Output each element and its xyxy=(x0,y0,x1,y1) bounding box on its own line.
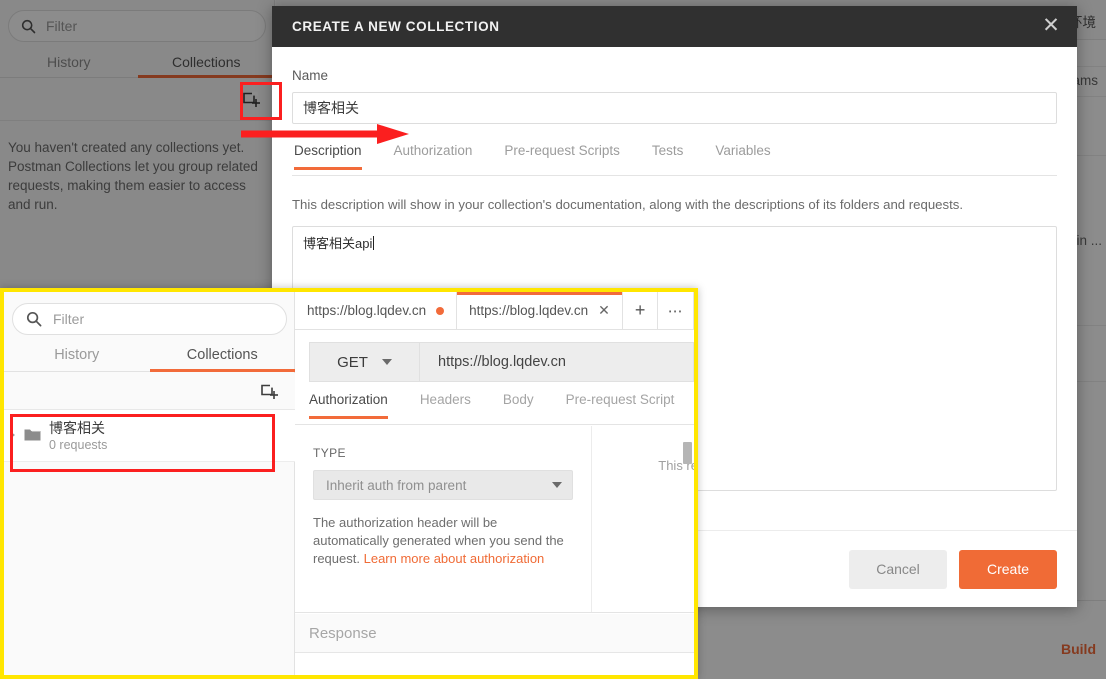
modal-title: CREATE A NEW COLLECTION xyxy=(292,19,500,34)
modal-tabs: Description Authorization Pre-request Sc… xyxy=(292,143,1057,176)
request-tab-1-label: https://blog.lqdev.cn xyxy=(307,303,427,318)
collection-name: 博客相关 xyxy=(49,420,105,436)
modal-header: CREATE A NEW COLLECTION ✕ xyxy=(272,6,1077,47)
url-value: https://blog.lqdev.cn xyxy=(438,354,566,370)
tab-tests[interactable]: Tests xyxy=(636,143,700,169)
request-url-bar: GET https://blog.lqdev.cn xyxy=(309,342,694,382)
collection-list-item[interactable]: 博客相关 0 requests xyxy=(4,410,295,462)
screenshot-root: Filter History Collections You haven't c… xyxy=(0,0,1106,679)
auth-help-text: The authorization header will be automat… xyxy=(313,514,573,568)
folder-icon xyxy=(24,427,41,446)
inner-window-body: Filter History Collections 博客相关 0 reques… xyxy=(4,292,694,675)
request-tab-bar: https://blog.lqdev.cn https://blog.lqdev… xyxy=(295,292,694,330)
authorization-pane: TYPE Inherit auth from parent The author… xyxy=(295,426,694,613)
auth-type-value: Inherit auth from parent xyxy=(326,477,467,493)
description-help-text: This description will show in your colle… xyxy=(292,197,964,212)
close-icon[interactable]: ✕ xyxy=(598,302,610,319)
search-icon xyxy=(26,311,42,327)
url-input[interactable]: https://blog.lqdev.cn xyxy=(419,342,694,382)
request-tab-2-label: https://blog.lqdev.cn xyxy=(469,303,589,318)
auth-type-label: TYPE xyxy=(313,446,346,460)
detail-tab-tests[interactable]: Te xyxy=(690,392,694,418)
authorization-right-column: This re xyxy=(592,426,694,612)
name-label: Name xyxy=(292,68,329,83)
learn-more-link[interactable]: Learn more about authorization xyxy=(364,551,545,566)
new-collection-icon[interactable] xyxy=(259,381,281,403)
detail-tab-pre-request-script[interactable]: Pre-request Script xyxy=(550,392,691,418)
inner-postman-window: Filter History Collections 博客相关 0 reques… xyxy=(0,288,698,679)
close-icon[interactable]: ✕ xyxy=(1039,14,1063,38)
inner-filter-input[interactable]: Filter xyxy=(12,303,287,335)
tab-variables[interactable]: Variables xyxy=(699,143,786,169)
response-section-header: Response xyxy=(295,614,694,653)
vertical-scrollbar[interactable] xyxy=(683,442,692,464)
tab-authorization[interactable]: Authorization xyxy=(378,143,489,169)
tab-description[interactable]: Description xyxy=(292,143,378,170)
unsaved-dot-icon xyxy=(436,306,445,315)
inner-main-area: https://blog.lqdev.cn https://blog.lqdev… xyxy=(295,292,694,675)
tab-pre-request-scripts[interactable]: Pre-request Scripts xyxy=(488,143,636,169)
collection-request-count: 0 requests xyxy=(49,438,108,452)
detail-tab-headers[interactable]: Headers xyxy=(404,392,487,418)
chevron-right-icon[interactable] xyxy=(10,431,15,439)
auth-right-text: This re xyxy=(658,458,698,473)
method-selector[interactable]: GET xyxy=(309,342,419,382)
plus-icon[interactable]: + xyxy=(622,292,659,329)
inner-tab-history[interactable]: History xyxy=(4,339,150,371)
inner-filter-placeholder: Filter xyxy=(53,311,85,327)
detail-tab-body[interactable]: Body xyxy=(487,392,550,418)
inner-sidebar-actionbar xyxy=(4,373,295,410)
method-value: GET xyxy=(337,353,368,371)
collection-name-value: 博客相关 xyxy=(303,100,359,116)
collection-name-input[interactable]: 博客相关 xyxy=(292,92,1057,124)
inner-tab-collections[interactable]: Collections xyxy=(149,339,296,372)
auth-type-select[interactable]: Inherit auth from parent xyxy=(313,470,573,500)
create-button[interactable]: Create xyxy=(959,549,1057,589)
text-caret xyxy=(373,236,375,250)
chevron-down-icon xyxy=(552,482,562,488)
inner-sidebar-tabs: History Collections xyxy=(4,339,295,372)
detail-tab-authorization[interactable]: Authorization xyxy=(295,392,404,419)
inner-sidebar: Filter History Collections 博客相关 0 reques… xyxy=(4,292,295,675)
cancel-button[interactable]: Cancel xyxy=(849,549,947,589)
request-detail-tabs: Authorization Headers Body Pre-request S… xyxy=(295,392,694,425)
description-value: 博客相关api xyxy=(303,236,373,251)
authorization-left-column: TYPE Inherit auth from parent The author… xyxy=(295,426,592,612)
ellipsis-icon[interactable]: ⋯ xyxy=(658,292,694,329)
request-tab-1[interactable]: https://blog.lqdev.cn xyxy=(295,292,458,329)
request-tab-2[interactable]: https://blog.lqdev.cn ✕ xyxy=(457,292,623,329)
annotation-arrow-right xyxy=(241,124,409,144)
chevron-down-icon xyxy=(381,359,392,365)
